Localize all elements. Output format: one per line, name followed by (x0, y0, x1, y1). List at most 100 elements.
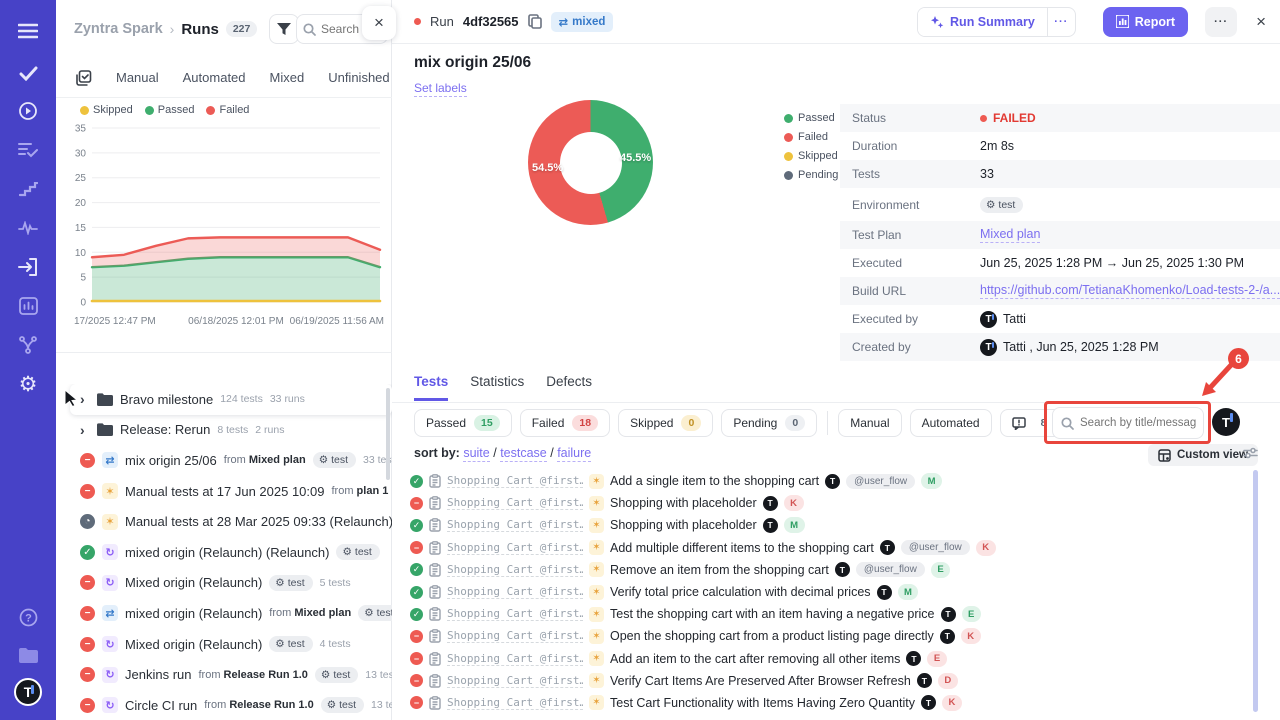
test-title[interactable]: Remove an item from the shopping cart (610, 563, 829, 577)
run-list-item[interactable]: − ⇄ mix origin 25/06 from Mixed plan ⚙te… (56, 445, 392, 476)
run-title[interactable]: Mixed origin (Relaunch) (125, 575, 262, 590)
run-list-item[interactable]: − ↻ Mixed origin (Relaunch) ⚙test 5 test… (56, 568, 392, 599)
run-title[interactable]: mixed origin (Relaunch) (Relaunch) (125, 545, 329, 560)
test-suite-link[interactable]: Shopping Cart @first… (447, 563, 583, 577)
test-title[interactable]: Shopping with placeholder (610, 496, 757, 510)
run-list-item[interactable]: − ↻ Mixed origin (Relaunch) ⚙test 4 test… (56, 629, 392, 660)
run-plan-name[interactable]: Mixed plan (249, 454, 306, 466)
run-plan-name[interactable]: Mixed plan (294, 607, 351, 619)
settings-gear-icon[interactable]: ⚙ (0, 369, 56, 399)
test-suite-link[interactable]: Shopping Cart @first… (447, 629, 583, 643)
test-cases-list-icon[interactable] (0, 135, 56, 165)
test-suite-link[interactable]: Shopping Cart @first… (447, 518, 583, 532)
test-title[interactable]: Add multiple different items to the shop… (610, 541, 874, 555)
run-list-item[interactable]: − ⇄ mixed origin (Relaunch) from Mixed p… (56, 598, 392, 629)
test-row[interactable]: − Shopping Cart @first… ✶ Test Cart Func… (410, 692, 1260, 714)
test-runs-check-icon[interactable] (0, 58, 56, 88)
chevron-right-icon[interactable]: › (80, 391, 90, 407)
run-list-item[interactable]: − ↻ Jenkins run from Release Run 1.0 ⚙te… (56, 659, 392, 690)
user-avatar[interactable]: T (1212, 408, 1240, 436)
test-row[interactable]: − Shopping Cart @first… ✶ Verify Cart It… (410, 670, 1260, 692)
activity-pulse-icon[interactable] (0, 213, 56, 243)
run-list-item[interactable]: ◔ ✶ Manual tests at 28 Mar 2025 09:33 (R… (56, 506, 392, 537)
chevron-right-icon[interactable]: › (80, 422, 90, 438)
test-title[interactable]: Test the shopping cart with an item havi… (610, 607, 935, 621)
multiselect-clipboard-icon[interactable] (76, 70, 92, 86)
test-suite-link[interactable]: Shopping Cart @first… (447, 541, 583, 555)
build-url-link[interactable]: https://github.com/TetianaKhomenko/Load-… (980, 283, 1280, 299)
milestones-steps-icon[interactable] (0, 174, 56, 204)
tab-tests[interactable]: Tests (414, 374, 448, 401)
test-row[interactable]: ✓ Shopping Cart @first… ✶ Remove an item… (410, 559, 1260, 581)
test-plan-link[interactable]: Mixed plan (980, 227, 1040, 243)
launcher-play-icon[interactable] (0, 96, 56, 126)
filter-skipped-chip[interactable]: Skipped0 (618, 409, 713, 437)
run-title[interactable]: Release: Rerun (120, 422, 210, 437)
test-row[interactable]: ✓ Shopping Cart @first… ✶ Shopping with … (410, 514, 1260, 536)
test-title[interactable]: Verify total price calculation with deci… (610, 585, 871, 599)
set-labels-link[interactable]: Set labels (414, 81, 467, 97)
run-title[interactable]: Manual tests at 28 Mar 2025 09:33 (Relau… (125, 514, 392, 529)
filter-automated-chip[interactable]: Automated (910, 409, 992, 437)
test-row[interactable]: ✓ Shopping Cart @first… ✶ Test the shopp… (410, 603, 1260, 625)
tab-defects[interactable]: Defects (546, 374, 592, 401)
run-title[interactable]: Circle CI run (125, 698, 197, 713)
help-icon[interactable]: ? (0, 602, 56, 632)
tab-manual[interactable]: Manual (116, 70, 159, 85)
more-actions-button[interactable]: ··· (1205, 7, 1237, 37)
run-title[interactable]: Jenkins run (125, 667, 191, 682)
close-run-icon[interactable]: × (1256, 12, 1266, 32)
test-suite-link[interactable]: Shopping Cart @first… (447, 674, 583, 688)
sort-by-failure-link[interactable]: failure (557, 446, 591, 462)
tests-search-input[interactable] (1080, 417, 1196, 429)
test-suite-link[interactable]: Shopping Cart @first… (447, 652, 583, 666)
run-title[interactable]: mixed origin (Relaunch) (125, 606, 262, 621)
copy-icon[interactable] (528, 14, 542, 29)
test-row[interactable]: − Shopping Cart @first… ✶ Shopping with … (410, 492, 1260, 514)
test-suite-link[interactable]: Shopping Cart @first… (447, 696, 583, 710)
tab-automated[interactable]: Automated (183, 70, 246, 85)
test-suite-link[interactable]: Shopping Cart @first… (447, 496, 583, 510)
filter-failed-chip[interactable]: Failed18 (520, 409, 610, 437)
reports-chart-icon[interactable] (0, 291, 56, 321)
test-title[interactable]: Shopping with placeholder (610, 518, 757, 532)
run-list-item[interactable]: › Bravo milestone 124 tests 33 runs (70, 384, 392, 415)
report-button[interactable]: Report (1103, 7, 1188, 37)
integrations-import-icon[interactable] (0, 252, 56, 282)
test-title[interactable]: Add a single item to the shopping cart (610, 474, 819, 488)
filter-pending-chip[interactable]: Pending0 (721, 409, 817, 437)
run-title[interactable]: mix origin 25/06 (125, 453, 217, 468)
tab-unfinished[interactable]: Unfinished (328, 70, 389, 85)
run-summary-button[interactable]: Run Summary (918, 8, 1047, 36)
tab-mixed[interactable]: Mixed (270, 70, 305, 85)
user-avatar[interactable]: T (14, 678, 42, 706)
view-settings-sliders-icon[interactable] (1243, 446, 1258, 465)
run-list-item[interactable]: ✓ ↻ mixed origin (Relaunch) (Relaunch) ⚙… (56, 537, 392, 568)
user-flow-tag[interactable]: @user_flow (856, 562, 925, 577)
run-plan-name[interactable]: Release Run 1.0 (229, 699, 313, 711)
versions-branch-icon[interactable] (0, 330, 56, 360)
test-title[interactable]: Test Cart Functionality with Items Havin… (610, 696, 915, 710)
test-suite-link[interactable]: Shopping Cart @first… (447, 585, 583, 599)
run-list-item[interactable]: › Release: Rerun 8 tests 2 runs (56, 415, 392, 446)
breadcrumb-workspace[interactable]: Zyntra Spark (74, 21, 163, 37)
user-flow-tag[interactable]: @user_flow (901, 540, 970, 555)
test-suite-link[interactable]: Shopping Cart @first… (447, 474, 583, 488)
run-plan-name[interactable]: plan 1 (357, 485, 389, 497)
user-flow-tag[interactable]: @user_flow (846, 474, 915, 489)
sort-by-suite-link[interactable]: suite (463, 446, 489, 462)
tests-scrollbar[interactable] (1253, 470, 1258, 712)
run-list-item[interactable]: − ✶ Manual tests at 17 Jun 2025 10:09 fr… (56, 476, 392, 507)
run-title[interactable]: Manual tests at 17 Jun 2025 10:09 (125, 484, 324, 499)
test-suite-link[interactable]: Shopping Cart @first… (447, 607, 583, 621)
test-title[interactable]: Open the shopping cart from a product li… (610, 629, 934, 643)
test-row[interactable]: ✓ Shopping Cart @first… ✶ Verify total p… (410, 581, 1260, 603)
runs-list-scrollbar[interactable] (386, 388, 390, 480)
test-row[interactable]: − Shopping Cart @first… ✶ Open the shopp… (410, 625, 1260, 647)
tab-statistics[interactable]: Statistics (470, 374, 524, 401)
run-list-item[interactable]: − ↻ Circle CI run from Release Run 1.0 ⚙… (56, 690, 392, 720)
tests-search[interactable] (1052, 407, 1204, 439)
custom-view-button[interactable]: Custom view (1148, 444, 1258, 466)
run-title[interactable]: Mixed origin (Relaunch) (125, 637, 262, 652)
test-row[interactable]: − Shopping Cart @first… ✶ Add multiple d… (410, 537, 1260, 559)
